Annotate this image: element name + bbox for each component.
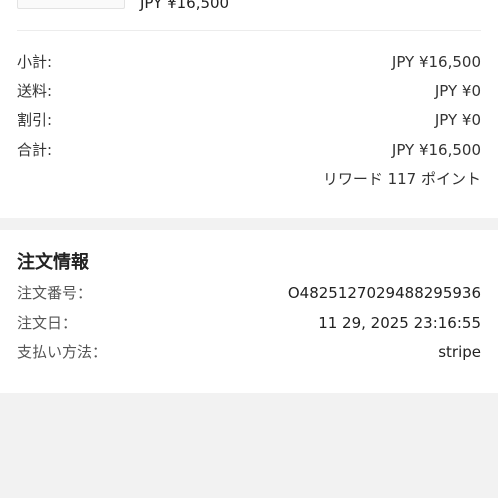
payment-method-value: stripe — [438, 343, 481, 361]
subtotal-row: 小計: JPY ¥16,500 — [17, 51, 481, 73]
order-detail-page: JPY ¥16,500 小計: JPY ¥16,500 送料: JPY ¥0 割… — [0, 0, 498, 498]
order-info-title: 注文情報 — [17, 252, 89, 273]
total-value: JPY ¥16,500 — [391, 141, 481, 159]
discount-value: JPY ¥0 — [434, 111, 481, 129]
total-label: 合計: — [17, 141, 53, 159]
order-number-value[interactable]: O4825127029488295936 — [288, 282, 481, 304]
subtotal-label: 小計: — [17, 53, 53, 71]
order-number-row: 注文番号： O4825127029488295936 — [17, 282, 481, 304]
reward-points: リワード 117 ポイント — [322, 170, 481, 188]
discount-row: 割引: JPY ¥0 — [17, 109, 481, 131]
divider — [17, 30, 481, 31]
order-date-value: 11 29, 2025 23:16:55 — [318, 314, 481, 332]
order-date-row: 注文日： 11 29, 2025 23:16:55 — [17, 312, 481, 334]
order-number-label: 注文番号： — [17, 284, 93, 302]
product-price: JPY ¥16,500 — [140, 0, 230, 12]
payment-method-row: 支払い方法： stripe — [17, 341, 481, 363]
product-thumbnail[interactable] — [17, 0, 125, 9]
order-info-card: 注文情報 注文番号： O4825127029488295936 注文日： 11 … — [0, 230, 498, 393]
shipping-value: JPY ¥0 — [434, 82, 481, 100]
subtotal-value: JPY ¥16,500 — [391, 53, 481, 71]
order-summary-card: JPY ¥16,500 小計: JPY ¥16,500 送料: JPY ¥0 割… — [0, 0, 498, 218]
total-row: 合計: JPY ¥16,500 — [17, 139, 481, 161]
discount-label: 割引: — [17, 111, 53, 129]
shipping-label: 送料: — [17, 82, 53, 100]
payment-method-label: 支払い方法： — [17, 343, 108, 361]
order-date-label: 注文日： — [17, 314, 78, 332]
shipping-row: 送料: JPY ¥0 — [17, 80, 481, 102]
